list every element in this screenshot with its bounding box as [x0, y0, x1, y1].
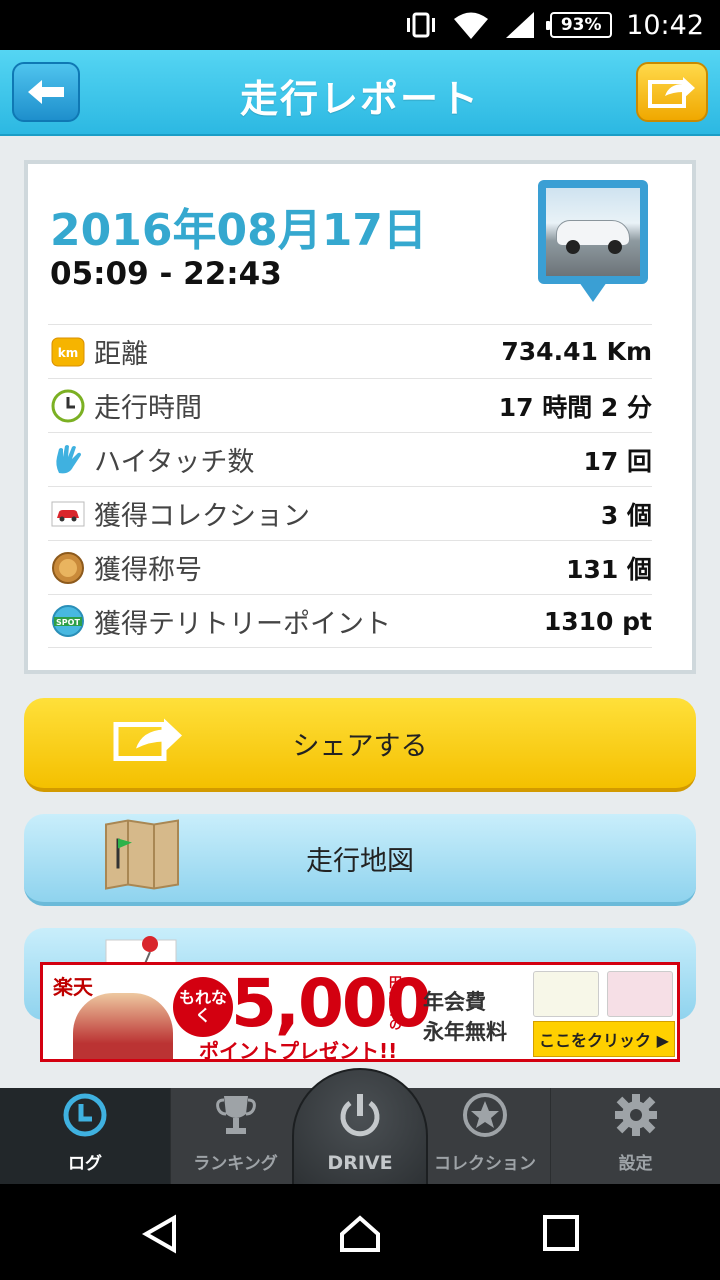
stat-label: 距離: [94, 339, 148, 370]
stat-value: 3 個: [600, 500, 652, 530]
ad-mascot: [73, 993, 173, 1059]
stat-label: 獲得コレクション: [94, 501, 310, 532]
stat-value: 17 時間 2 分: [498, 392, 652, 422]
nav-collection[interactable]: コレクション: [420, 1088, 550, 1184]
drive-photo-pin[interactable]: [538, 180, 648, 310]
stat-row-territory: SPOT 獲得テリトリーポイント 1310 pt: [48, 594, 652, 648]
nav-collection-label: コレクション: [434, 1154, 536, 1174]
drive-map-button[interactable]: 走行地図: [24, 814, 696, 906]
home-icon[interactable]: [338, 1214, 382, 1258]
system-nav-bar: [0, 1184, 720, 1280]
ad-banner[interactable]: 楽天 もれなく 5,000 円相当の ポイントプレゼント!! 年会費 永年無料 …: [40, 962, 680, 1062]
ad-logo: 楽天: [53, 975, 93, 999]
stats-list: km 距離 734.41 Km 走行時間 17 時間 2 分 ハイタッチ数 17…: [48, 324, 652, 648]
stat-value: 734.41 Km: [501, 337, 652, 366]
trophy-icon: [214, 1092, 258, 1143]
nav-log-label: ログ: [68, 1154, 102, 1174]
medal-icon: [50, 550, 86, 586]
clock-time: 10:42: [626, 9, 704, 41]
signal-icon: [504, 10, 536, 40]
recents-square-icon[interactable]: [542, 1214, 580, 1256]
ad-cta-button[interactable]: ここをクリック ▶: [533, 1021, 675, 1057]
nav-settings[interactable]: 設定: [550, 1088, 720, 1184]
stat-row-collection: 獲得コレクション 3 個: [48, 486, 652, 540]
stat-value: 131 個: [566, 554, 652, 584]
km-badge-icon: km: [50, 334, 86, 370]
nav-log[interactable]: ログ: [0, 1088, 170, 1184]
drive-button[interactable]: DRIVE: [292, 1068, 428, 1188]
nav-ranking[interactable]: ランキング: [170, 1088, 300, 1184]
stat-label: 獲得テリトリーポイント: [94, 608, 391, 640]
header-share-button[interactable]: [636, 62, 708, 122]
car-photo: [546, 188, 640, 276]
report-card: 2016年08月17日 05:09 - 22:43 km 距離 734.41 K…: [24, 160, 696, 674]
share-arrow-icon: [648, 77, 695, 108]
ad-fee-line2: 永年無料: [423, 1020, 507, 1044]
stat-row-drive-time: 走行時間 17 時間 2 分: [48, 378, 652, 432]
stat-value: 1310 pt: [543, 606, 652, 636]
spot-badge-text: SPOT: [56, 618, 80, 627]
star-circle-icon: [462, 1092, 508, 1143]
vibrate-icon: [404, 12, 438, 38]
stat-label: 走行時間: [94, 393, 202, 424]
log-clock-icon: [62, 1092, 108, 1143]
report-date: 2016年08月17日: [50, 205, 427, 256]
back-triangle-icon[interactable]: [140, 1214, 180, 1258]
spot-badge-icon: SPOT: [50, 603, 86, 639]
page-title: 走行レポート: [239, 77, 480, 121]
ad-fee: 年会費 永年無料: [423, 987, 507, 1047]
share-button[interactable]: シェアする: [24, 698, 696, 792]
high-five-hand-icon: [50, 442, 86, 478]
share-icon: [112, 715, 186, 772]
pin-tip: [579, 282, 607, 302]
stat-label: 獲得称号: [94, 555, 202, 586]
gear-icon: [613, 1092, 659, 1143]
car-card-icon: [50, 496, 86, 532]
ad-yen-note: 円相当の: [389, 976, 403, 1033]
wifi-icon: [452, 10, 490, 40]
stat-row-high-five: ハイタッチ数 17 回: [48, 432, 652, 486]
nav-settings-label: 設定: [618, 1154, 653, 1174]
report-time-range: 05:09 - 22:43: [50, 256, 282, 292]
stat-row-distance: km 距離 734.41 Km: [48, 324, 652, 378]
nav-ranking-label: ランキング: [193, 1154, 278, 1174]
ad-credit-cards: [533, 971, 673, 1017]
stat-row-titles: 獲得称号 131 個: [48, 540, 652, 594]
stat-label: ハイタッチ数: [94, 447, 255, 478]
app-header: 走行レポート: [0, 50, 720, 136]
drive-button-label: DRIVE: [327, 1152, 393, 1174]
photo-frame: [538, 180, 648, 284]
km-badge-text: km: [58, 346, 78, 360]
stat-value: 17 回: [583, 446, 653, 476]
folded-map-icon: [104, 819, 180, 898]
status-bar: 93% 10:42: [0, 0, 720, 50]
ad-badge: もれなく: [173, 977, 233, 1037]
clock-icon: [50, 388, 86, 424]
share-button-label: シェアする: [292, 730, 428, 762]
ad-fee-line1: 年会費: [423, 990, 486, 1014]
drive-map-button-label: 走行地図: [306, 845, 414, 877]
battery-indicator: 93%: [546, 12, 613, 38]
ad-subtitle: ポイントプレゼント!!: [199, 1039, 398, 1062]
power-icon: [335, 1091, 385, 1146]
